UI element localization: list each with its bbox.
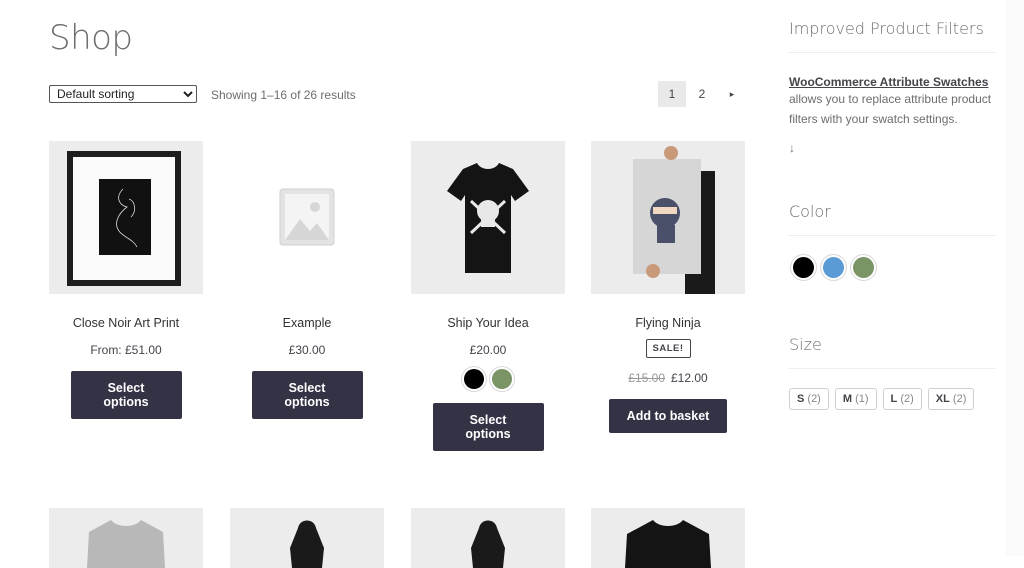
tshirt-image — [625, 520, 711, 568]
size-label: XL — [935, 393, 950, 405]
size-count: (2) — [807, 393, 821, 405]
scrollbar[interactable] — [1006, 0, 1024, 556]
size-count: (1) — [855, 393, 869, 405]
select-options-button[interactable]: Select options — [251, 371, 363, 419]
divider — [789, 368, 996, 369]
size-label: L — [890, 393, 898, 405]
placeholder-image-icon — [279, 188, 335, 246]
product-card: Flying Ninja SALE! £15.00 £12.00 Add to b… — [591, 141, 745, 433]
page-1-link[interactable]: 1 — [658, 81, 686, 107]
product-price: From: £51.00 — [90, 343, 162, 357]
product-image[interactable] — [411, 141, 565, 294]
size-count: (2) — [900, 393, 914, 405]
size-filter-m[interactable]: M (1) — [834, 388, 877, 410]
filters-widget-title: Improved Product Filters — [789, 19, 984, 38]
filters-description: allows you to replace attribute product … — [789, 92, 992, 126]
product-image[interactable] — [591, 508, 745, 568]
color-filter — [789, 257, 996, 278]
product-card: Example £30.00 Select options — [230, 141, 384, 419]
product-price: £30.00 — [288, 343, 326, 357]
product-image[interactable] — [49, 141, 203, 294]
product-swatches — [411, 369, 565, 389]
product-price: £20.00 — [469, 343, 507, 357]
pagination: 1 2 ▸ — [658, 81, 746, 107]
size-filter-s[interactable]: S (2) — [789, 388, 829, 410]
product-image[interactable] — [230, 508, 384, 568]
down-arrow-icon: ↓ — [789, 141, 795, 155]
sidebar: Improved Product Filters WooCommerce Att… — [789, 0, 996, 410]
attribute-swatches-link[interactable]: WooCommerce Attribute Swatches — [789, 75, 996, 89]
product-card: Ship Your Idea £20.00 Select options — [411, 141, 565, 451]
color-swatch-green[interactable] — [492, 369, 512, 389]
product-image[interactable] — [49, 508, 203, 568]
size-filter-xl[interactable]: XL (2) — [927, 388, 975, 410]
hoodie-image — [290, 520, 324, 568]
color-filter-blue[interactable] — [823, 257, 844, 278]
old-price: £15.00 — [628, 371, 665, 385]
product-image[interactable] — [411, 508, 565, 568]
divider — [789, 52, 996, 53]
next-page-icon[interactable]: ▸ — [718, 81, 746, 107]
product-image[interactable] — [230, 141, 384, 294]
ninja-poster-image — [633, 146, 715, 294]
color-widget-title: Color — [789, 202, 831, 221]
add-to-basket-button[interactable]: Add to basket — [608, 399, 728, 433]
sale-price: £12.00 — [671, 371, 708, 385]
size-count: (2) — [952, 393, 967, 405]
product-price: £15.00 £12.00 — [591, 371, 745, 385]
product-card: Close Noir Art Print From: £51.00 Select… — [49, 141, 203, 419]
product-image[interactable] — [591, 141, 745, 294]
size-filter-l[interactable]: L (2) — [882, 388, 922, 410]
product-title[interactable]: Ship Your Idea — [411, 316, 565, 330]
size-filter: S (2) M (1) L (2) XL (2) — [789, 388, 996, 410]
select-options-button[interactable]: Select options — [432, 403, 544, 451]
select-options-button[interactable]: Select options — [70, 371, 182, 419]
color-filter-green[interactable] — [853, 257, 874, 278]
size-label: S — [797, 393, 805, 405]
divider — [789, 235, 996, 236]
tshirt-image — [447, 163, 529, 273]
product-title[interactable]: Close Noir Art Print — [49, 316, 203, 330]
color-filter-black[interactable] — [793, 257, 814, 278]
product-title[interactable]: Example — [230, 316, 384, 330]
sale-badge: SALE! — [645, 339, 691, 358]
hoodie-image — [471, 520, 505, 568]
size-widget-title: Size — [789, 335, 822, 354]
result-count: Showing 1–16 of 26 results — [211, 88, 356, 102]
color-swatch-black[interactable] — [464, 369, 484, 389]
tshirt-image — [87, 520, 165, 568]
page-2-link[interactable]: 2 — [688, 81, 716, 107]
size-label: M — [842, 393, 853, 405]
page-title: Shop — [49, 18, 133, 58]
sort-select[interactable]: Default sorting — [49, 85, 197, 103]
framed-art-image — [67, 151, 181, 286]
product-title[interactable]: Flying Ninja — [591, 316, 745, 330]
